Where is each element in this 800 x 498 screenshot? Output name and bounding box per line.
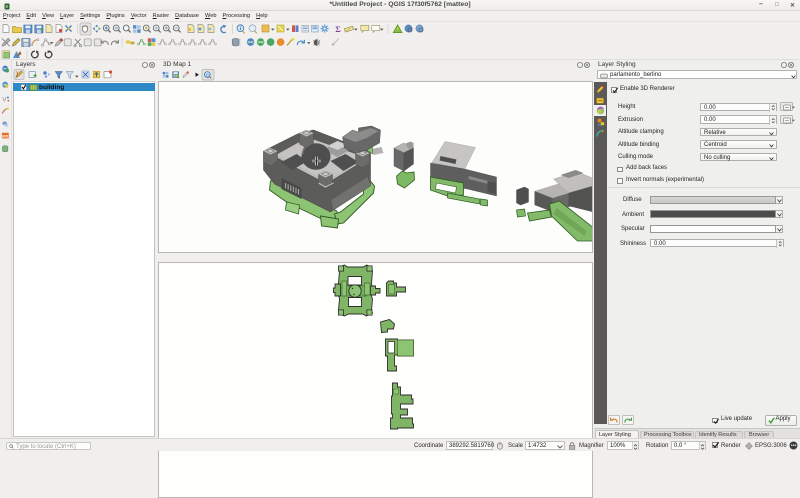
svg-text:V: V	[2, 96, 7, 103]
svg-text:Σ: Σ	[335, 24, 341, 34]
svg-text:MX: MX	[2, 133, 8, 138]
svg-text:0: 0	[206, 72, 209, 77]
